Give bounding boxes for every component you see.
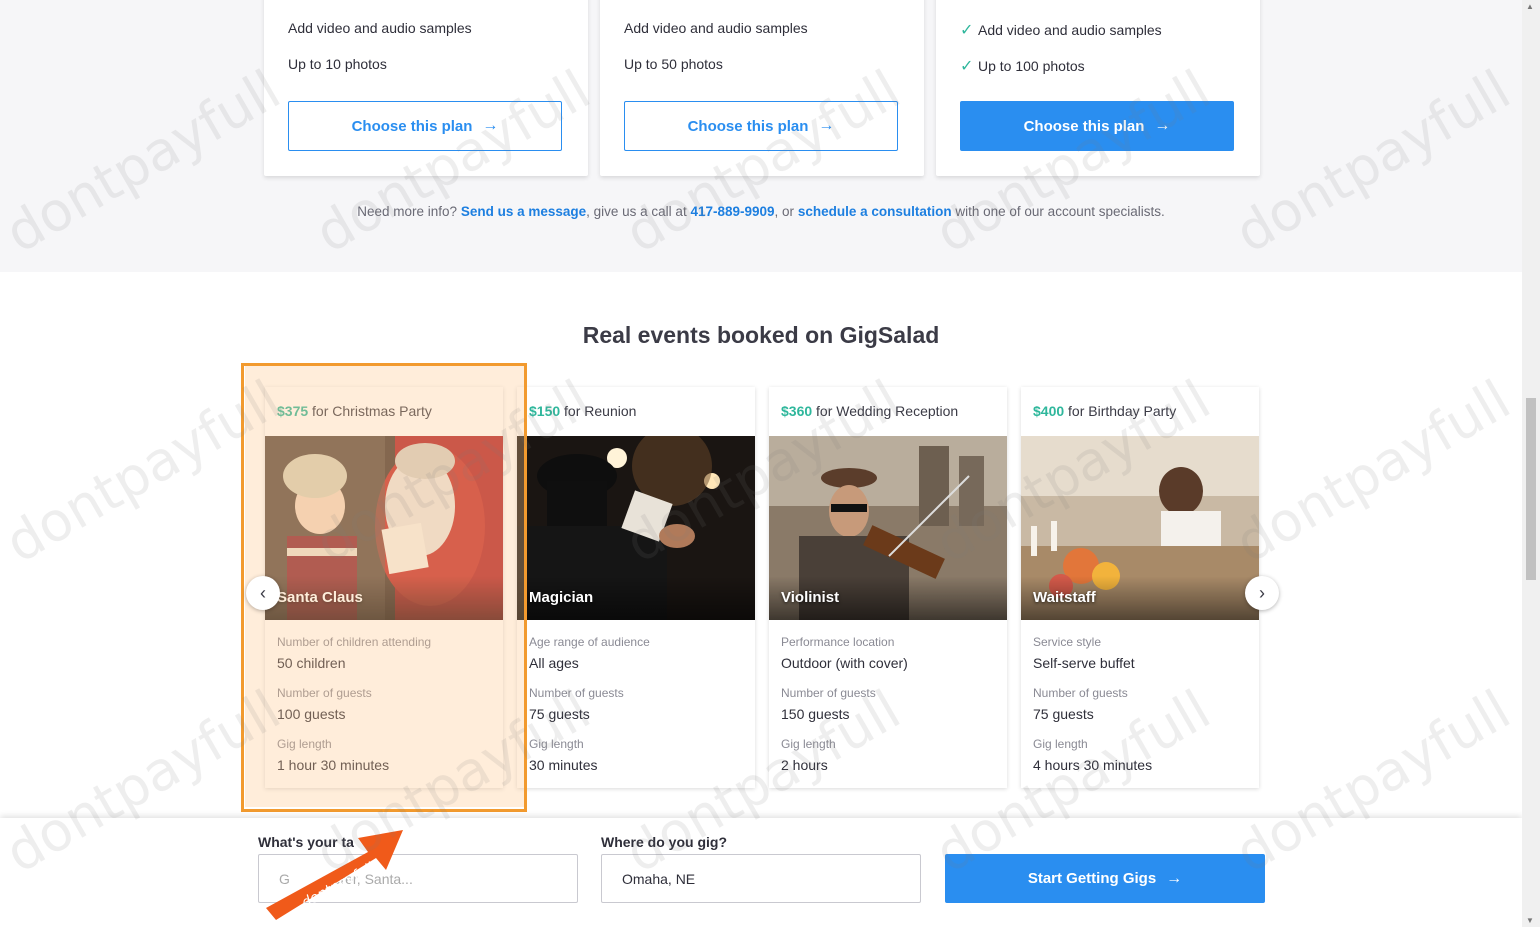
- detail-label: Service style: [1033, 635, 1102, 649]
- detail-value: 4 hours 30 minutes: [1033, 757, 1153, 773]
- detail-label: Number of guests: [277, 686, 372, 700]
- event-photo: Waitstaff: [1021, 436, 1259, 620]
- talent-field-label: What's your ta: [258, 834, 354, 850]
- detail-value: 1 hour 30 minutes: [277, 757, 390, 773]
- check-icon: ✓: [960, 22, 974, 39]
- talent-name: Santa Claus: [277, 589, 363, 606]
- detail-value: Outdoor (with cover): [781, 655, 908, 671]
- scroll-thumb[interactable]: [1526, 398, 1536, 580]
- more-info-text: Need more info? Send us a message, give …: [357, 204, 1165, 219]
- event-heading: $400 for Birthday Party: [1033, 403, 1177, 419]
- plan-feature: Up to 50 photos: [624, 56, 723, 72]
- talent-name: Magician: [529, 589, 594, 606]
- phone-link[interactable]: 417-889-9909: [690, 204, 774, 219]
- events-title: Real events booked on GigSalad: [582, 322, 940, 348]
- plan-card-pro: Add video and audio samples Up to 50 pho…: [600, 0, 924, 176]
- plan-feature: Add video and audio samples: [624, 20, 808, 36]
- event-card[interactable]: $400 for Birthday Party Waitstaff Servic…: [1021, 387, 1259, 788]
- watermark: dontpayfull: [1224, 367, 1521, 576]
- carousel-next-button[interactable]: ›: [1245, 576, 1279, 610]
- detail-value: 75 guests: [529, 706, 590, 722]
- detail-value: Self-serve buffet: [1033, 655, 1135, 671]
- event-card[interactable]: $360 for Wedding Reception Violinist Per…: [769, 387, 1007, 788]
- chevron-left-icon: ‹: [260, 582, 266, 603]
- location-field-label: Where do you gig?: [601, 834, 727, 850]
- detail-value: 75 guests: [1033, 706, 1094, 722]
- detail-label: Gig length: [529, 737, 584, 751]
- check-icon: ✓: [960, 58, 974, 75]
- choose-plan-button[interactable]: Choose this plan →: [624, 101, 898, 151]
- arrow-right-icon: →: [818, 117, 835, 134]
- plan-card-premium: ✓ Add video and audio samples ✓ Up to 100 …: [936, 0, 1260, 176]
- detail-label: Number of guests: [529, 686, 624, 700]
- detail-label: Gig length: [277, 737, 332, 751]
- detail-value: 2 hours: [781, 757, 828, 773]
- detail-value: All ages: [529, 655, 579, 671]
- detail-label: Gig length: [781, 737, 836, 751]
- arrow-right-icon: →: [482, 117, 499, 134]
- location-input[interactable]: [601, 854, 921, 903]
- plan-feature: Add video and audio samples: [288, 20, 472, 36]
- scroll-up-icon[interactable]: ▲: [1526, 2, 1534, 11]
- detail-label: Gig length: [1033, 737, 1088, 751]
- choose-plan-button[interactable]: Choose this plan →: [960, 101, 1234, 151]
- schedule-consultation-link[interactable]: schedule a consultation: [798, 204, 952, 219]
- event-photo: Violinist: [769, 436, 1007, 620]
- start-getting-gigs-button[interactable]: Start Getting Gigs →: [945, 854, 1265, 903]
- detail-label: Age range of audience: [529, 635, 650, 649]
- detail-value: 100 guests: [277, 706, 346, 722]
- event-heading: $375 for Christmas Party: [277, 403, 432, 419]
- talent-input[interactable]: [258, 854, 578, 903]
- event-card[interactable]: $150 for Reunion Magician Age range of a…: [517, 387, 755, 788]
- event-card[interactable]: $375 for Christmas Party Santa Claus Num…: [265, 387, 503, 788]
- event-heading: $150 for Reunion: [529, 403, 637, 419]
- watermark: dontpayfull: [0, 367, 291, 576]
- plan-feature: ✓ Add video and audio samples: [960, 22, 1162, 39]
- detail-label: Performance location: [781, 635, 895, 649]
- detail-value: 150 guests: [781, 706, 850, 722]
- event-photo: Santa Claus: [265, 436, 503, 620]
- detail-value: 50 children: [277, 655, 346, 671]
- chevron-right-icon: ›: [1259, 582, 1265, 603]
- carousel-prev-button[interactable]: ‹: [246, 576, 280, 610]
- send-message-link[interactable]: Send us a message: [461, 204, 586, 219]
- event-heading: $360 for Wedding Reception: [781, 403, 959, 419]
- arrow-right-icon: →: [1166, 869, 1183, 887]
- plan-card-basic: Add video and audio samples Up to 10 pho…: [264, 0, 588, 176]
- page-scrollbar[interactable]: ▲ ▼: [1522, 0, 1540, 927]
- plan-feature: ✓ Up to 100 photos: [960, 58, 1085, 75]
- pricing-section: Add video and audio samples Up to 10 pho…: [0, 0, 1522, 272]
- scroll-down-icon[interactable]: ▼: [1526, 916, 1534, 925]
- detail-label: Number of children attending: [277, 635, 432, 649]
- detail-label: Number of guests: [1033, 686, 1128, 700]
- signup-bar: What's your ta Where do you gig? Start G…: [0, 818, 1522, 927]
- talent-name: Violinist: [781, 589, 840, 606]
- detail-value: 30 minutes: [529, 757, 598, 773]
- plan-feature: Up to 10 photos: [288, 56, 387, 72]
- choose-plan-button[interactable]: Choose this plan →: [288, 101, 562, 151]
- talent-name: Waitstaff: [1033, 589, 1096, 606]
- detail-label: Number of guests: [781, 686, 876, 700]
- event-photo: Magician: [517, 436, 755, 620]
- arrow-right-icon: →: [1154, 117, 1171, 134]
